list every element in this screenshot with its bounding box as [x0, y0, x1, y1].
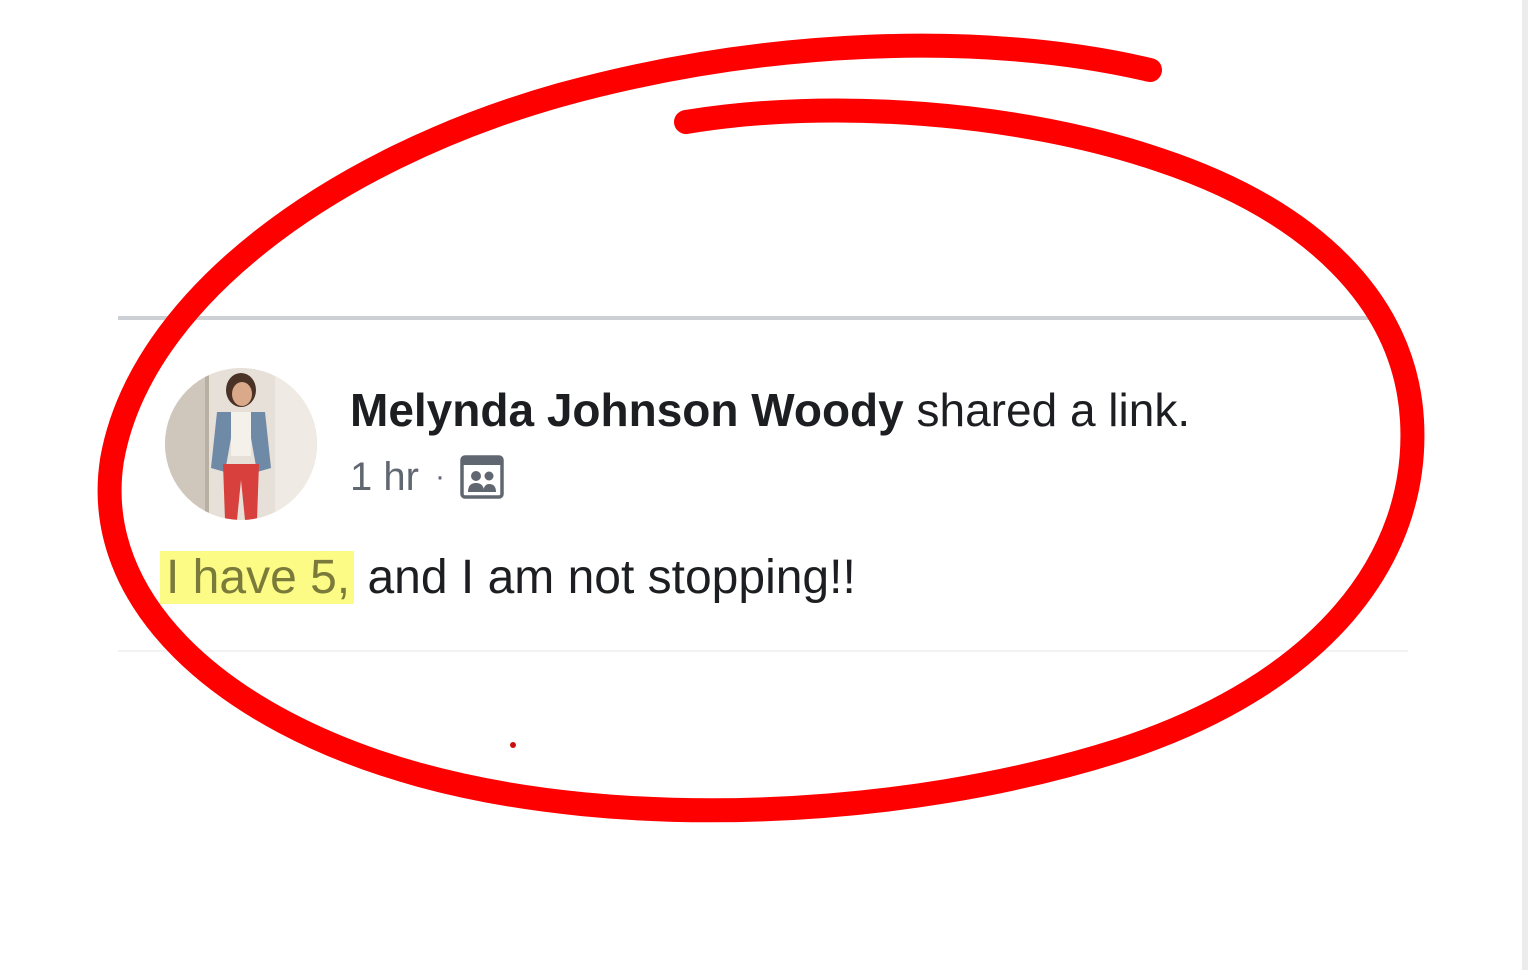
screenshot-canvas: Melynda Johnson Woody shared a link. 1 h… [0, 0, 1528, 970]
post-timestamp[interactable]: 1 hr [350, 452, 419, 502]
post-message: I have 5, and I am not stopping!! [160, 546, 856, 610]
meta-separator: · [434, 460, 445, 493]
feed-divider [118, 316, 1388, 320]
highlighted-text: I have 5, [160, 551, 355, 604]
post-meta: 1 hr · [350, 452, 505, 502]
author-name-link[interactable]: Melynda Johnson Woody [350, 384, 904, 436]
author-avatar[interactable] [165, 368, 317, 520]
post-action-text: shared a link. [916, 384, 1191, 436]
group-members-icon[interactable] [459, 454, 505, 500]
post-header: Melynda Johnson Woody shared a link. [350, 382, 1190, 438]
post-bottom-divider [118, 650, 1408, 652]
page-edge [1522, 0, 1528, 970]
post-message-rest: and I am not stopping!! [367, 551, 856, 604]
